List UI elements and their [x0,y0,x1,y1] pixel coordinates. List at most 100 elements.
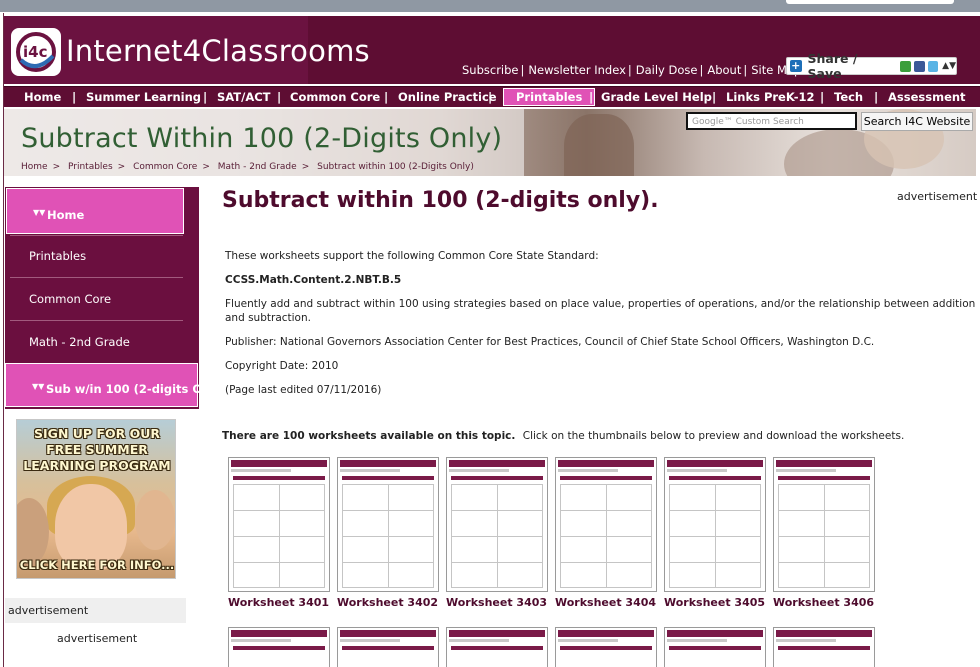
thumb-bar [342,476,434,480]
thumb-bar [669,476,761,480]
worksheet-thumbnail[interactable] [664,627,766,667]
logo-icon[interactable]: i4c [11,28,61,76]
search-input[interactable]: Google™ Custom Search [686,112,857,130]
thumb-header [776,460,872,467]
worksheet-thumbnail[interactable] [555,627,657,667]
worksheet-thumbnail[interactable] [228,457,330,592]
nav-links-prek-12[interactable]: Links PreK-12 [726,87,815,108]
thumb-subheader [776,469,836,472]
thumb-header [231,460,327,467]
thumb-header [449,630,545,637]
facebook-icon [914,60,925,72]
thumb-bar [451,476,543,480]
worksheet-link[interactable]: Worksheet 3405 [664,596,765,609]
thumb-subheader [667,469,727,472]
worksheet-count: There are 100 worksheets available on th… [222,430,516,442]
thumb-bar [233,646,325,650]
breadcrumb-separator: > [52,162,61,172]
standard-description: Fluently add and subtract within 100 usi… [225,298,976,324]
nav-separator: | [589,90,594,104]
nav-separator: | [203,90,208,104]
sidebar: ▼▼ Home Printables Common Core Math - 2n… [5,187,227,409]
promo-cta: CLICK HERE FOR INFO... [19,558,175,572]
thumb-grid [669,484,761,588]
sidebar-item-label: Common Core [29,292,112,306]
nav-common-core[interactable]: Common Core [290,87,380,108]
nav-separator: | [384,90,389,104]
nav-sat-act[interactable]: SAT/ACT [217,87,271,108]
about-link[interactable]: About [707,63,741,77]
thumb-header [558,460,654,467]
subscribe-link[interactable]: Subscribe [462,63,519,77]
thumb-grid [778,484,870,588]
share-label: Share / Save [807,51,858,81]
nav-separator: | [712,90,717,104]
nav-separator: | [874,90,879,104]
search-button[interactable]: Search I4C Website [861,112,973,131]
content-heading: Subtract within 100 (2-digits only). [222,188,659,213]
worksheet-thumbnail[interactable] [773,627,875,667]
nav-home[interactable]: Home [24,87,61,108]
sidebar-item-label: Home [47,208,85,222]
sidebar-item-common-core[interactable]: Common Core [5,278,199,320]
worksheet-thumbnail[interactable] [446,457,548,592]
double-chevron-icon: ▼▼ [32,382,45,391]
breadcrumb-home[interactable]: Home [21,162,48,172]
worksheet-thumbnail[interactable] [337,627,439,667]
thumb-subheader [558,469,618,472]
email-icon [900,60,911,72]
nav-separator: | [72,90,77,104]
thumb-grid [342,484,434,588]
publisher-text: Publisher: National Governors Associatio… [225,336,875,348]
worksheet-thumbnail[interactable] [446,627,548,667]
sidebar-item-label: Math - 2nd Grade [29,335,130,349]
newsletter-index-link[interactable]: Newsletter Index [528,63,625,77]
nav-separator: | [277,90,282,104]
standard-support-text: These worksheets support the following C… [225,250,599,262]
worksheet-link[interactable]: Worksheet 3406 [773,596,874,609]
worksheet-thumbnail[interactable] [664,457,766,592]
nav-summer-learning[interactable]: Summer Learning [86,87,201,108]
sidebar-item-current-topic[interactable]: ▼▼ Sub w/in 100 (2-digits Only) [5,363,227,407]
nav-tech[interactable]: Tech [834,87,863,108]
nav-online-practice[interactable]: Online Practice [398,87,497,108]
thumb-header [776,630,872,637]
worksheet-thumbnail[interactable] [337,457,439,592]
worksheet-link[interactable]: Worksheet 3403 [446,596,547,609]
worksheet-link[interactable]: Worksheet 3401 [228,596,329,609]
promo-photo-shape [135,490,175,550]
breadcrumb-math-2nd-grade[interactable]: Math - 2nd Grade [218,162,297,172]
breadcrumb-current: Subtract within 100 (2-Digits Only) [317,162,474,172]
thumb-grid [560,484,652,588]
thumb-bar [560,476,652,480]
thumb-subheader [558,639,618,642]
banner-photo-shape [564,114,634,176]
sidebar-item-label: Sub w/in 100 (2-digits Only) [46,382,228,396]
breadcrumb-common-core[interactable]: Common Core [133,162,197,172]
sidebar-item-math-2nd-grade[interactable]: Math - 2nd Grade [5,321,199,363]
copyright-text: Copyright Date: 2010 [225,360,339,372]
standard-code: CCSS.Math.Content.2.NBT.B.5 [225,274,402,286]
daily-dose-link[interactable]: Daily Dose [636,63,698,77]
twitter-icon [927,60,939,72]
site-brand[interactable]: Internet4Classrooms [66,34,370,68]
promo-line: LEARNING PROGRAM [23,458,171,473]
share-save-button[interactable]: + Share / Save ▲▼ [786,51,957,81]
thumb-grid [233,484,325,588]
worksheet-thumbnail[interactable] [773,457,875,592]
page-title: Subtract Within 100 (2-Digits Only) [21,123,503,154]
summer-program-banner[interactable]: SIGN UP FOR OUR FREE SUMMER LEARNING PRO… [16,419,176,579]
top-strip-tab [786,0,954,4]
nav-printables[interactable]: Printables [503,88,596,106]
worksheet-link[interactable]: Worksheet 3402 [337,596,438,609]
sidebar-item-home[interactable]: ▼▼ Home [6,188,184,234]
worksheet-link[interactable]: Worksheet 3404 [555,596,656,609]
sidebar-item-printables[interactable]: Printables [5,235,199,277]
breadcrumb-separator: > [117,162,126,172]
nav-grade-level-help[interactable]: Grade Level Help [601,87,712,108]
worksheet-thumbnail[interactable] [555,457,657,592]
advertisement-label: advertisement [897,190,978,203]
breadcrumb-printables[interactable]: Printables [68,162,113,172]
nav-assessment[interactable]: Assessment [888,87,966,108]
worksheet-thumbnail[interactable] [228,627,330,667]
